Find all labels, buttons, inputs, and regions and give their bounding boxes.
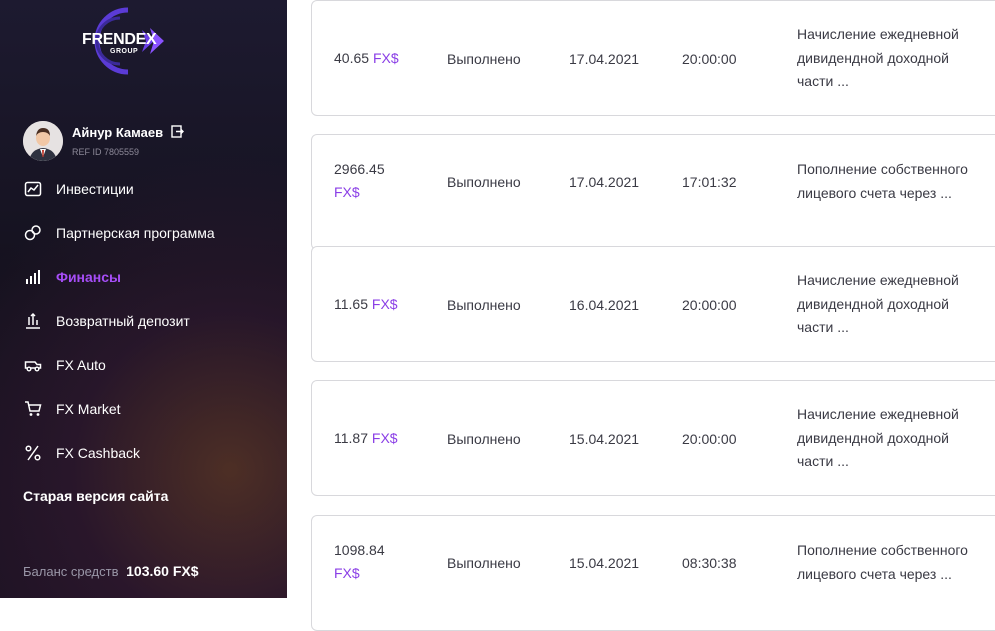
transaction-description: Начисление ежедневной дивидендной доходно… [797,272,959,335]
old-site-link[interactable]: Старая версия сайта [23,488,168,504]
sidebar-item-label: FX Auto [56,357,106,373]
transaction-date: 17.04.2021 [569,51,640,67]
sidebar-item-investments[interactable]: Инвестиции [23,178,263,200]
transaction-description: Пополнение собственного лицевого счета че… [797,161,968,201]
sidebar-item-fx-cashback[interactable]: FX Cashback [23,442,263,464]
transaction-time: 20:00:00 [682,297,737,313]
balance-label: Баланс средств [23,564,119,579]
transaction-status: Выполнено [447,297,521,313]
sidebar-item-partner[interactable]: Партнерская программа [23,222,263,244]
percent-icon [23,443,43,463]
transaction-description: Начисление ежедневной дивидендной доходно… [797,406,959,469]
transaction-date: 15.04.2021 [569,431,640,447]
transactions-list: 40.65 FX$ Выполнено 17.04.2021 20:00:00 … [287,0,995,631]
logo-text: FRENDEX [82,31,157,48]
avatar[interactable] [23,121,63,161]
transaction-status: Выполнено [447,174,521,190]
balance-value: 103.60 FX$ [126,563,199,579]
sidebar: FRENDEX GROUP Айнур Камаев REF ID 780555… [0,0,287,598]
cart-icon [23,399,43,419]
car-icon [23,355,43,375]
user-profile: Айнур Камаев REF ID 7805559 [23,121,273,163]
partner-icon [23,223,43,243]
sidebar-item-label: Финансы [56,269,121,285]
transaction-description: Пополнение собственного лицевого счета че… [797,542,968,582]
sidebar-item-fx-auto[interactable]: FX Auto [23,354,263,376]
chart-icon [23,179,43,199]
transaction-date: 16.04.2021 [569,297,640,313]
transaction-amount: 2966.45 FX$ [334,161,385,200]
sidebar-item-finance[interactable]: Финансы [23,266,263,288]
transaction-card: 2966.45 FX$ Выполнено 17.04.2021 17:01:32… [311,134,995,250]
sidebar-item-fx-market[interactable]: FX Market [23,398,263,420]
sidebar-item-label: Инвестиции [56,181,134,197]
frendex-logo[interactable]: FRENDEX GROUP [80,6,176,76]
sidebar-item-label: FX Market [56,401,121,417]
transaction-time: 20:00:00 [682,51,737,67]
transaction-date: 15.04.2021 [569,555,640,571]
sidebar-item-deposit[interactable]: Возвратный депозит [23,310,263,332]
transaction-time: 17:01:32 [682,174,737,190]
user-name: Айнур Камаев [72,125,164,140]
transaction-amount: 1098.84 FX$ [334,542,385,581]
transaction-time: 08:30:38 [682,555,737,571]
sidebar-item-label: Возвратный депозит [56,313,190,329]
transaction-amount: 11.87 FX$ [334,430,398,446]
transaction-amount: 11.65 FX$ [334,296,398,312]
logo-subtext: GROUP [110,48,139,55]
transaction-status: Выполнено [447,555,521,571]
transaction-status: Выполнено [447,431,521,447]
transaction-amount: 40.65 FX$ [334,50,399,66]
transaction-card: 1098.84 FX$ Выполнено 15.04.2021 08:30:38… [311,515,995,631]
deposit-icon [23,311,43,331]
transaction-time: 20:00:00 [682,431,737,447]
transaction-date: 17.04.2021 [569,174,640,190]
finance-bars-icon [23,267,43,287]
balance: Баланс средств 103.60 FX$ [23,563,199,579]
ref-id: REF ID 7805559 [72,147,140,157]
transaction-card: 11.65 FX$ Выполнено 16.04.2021 20:00:00 … [311,246,995,362]
transaction-card: 11.87 FX$ Выполнено 15.04.2021 20:00:00 … [311,380,995,496]
transaction-description: Начисление ежедневной дивидендной доходно… [797,26,959,89]
transaction-status: Выполнено [447,51,521,67]
sidebar-item-label: FX Cashback [56,445,141,461]
logout-icon[interactable] [171,125,184,143]
transaction-card: 40.65 FX$ Выполнено 17.04.2021 20:00:00 … [311,0,995,116]
sidebar-item-label: Партнерская программа [56,225,215,241]
